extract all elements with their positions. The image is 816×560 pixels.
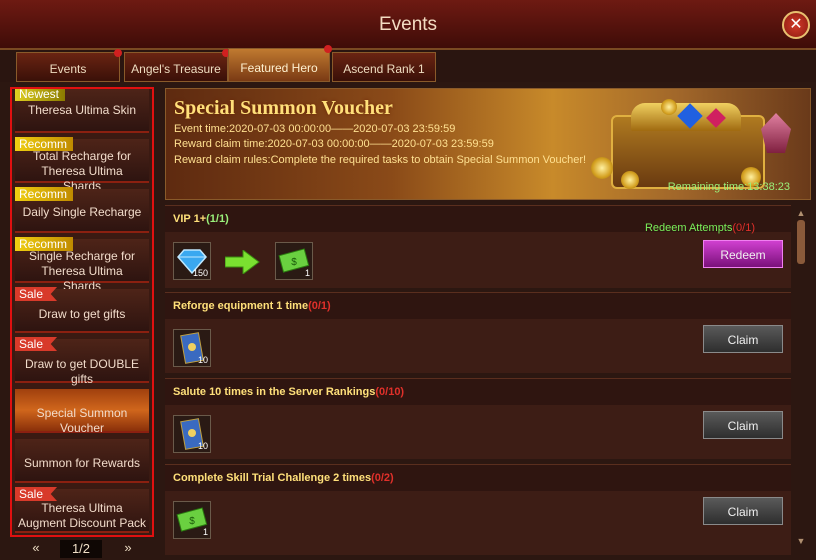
prev-page-button[interactable]: « <box>22 540 50 556</box>
item-quantity: 150 <box>192 268 208 278</box>
sidebar-item-label: Draw to get gifts <box>38 307 126 321</box>
sidebar-item-daily-single-recharge[interactable]: Recomm Daily Single Recharge <box>15 187 149 233</box>
tab-angels-treasure[interactable]: Angel's Treasure <box>124 49 230 82</box>
sidebar-item-theresa-ultima-skin[interactable]: Newest Theresa Ultima Skin <box>15 89 149 133</box>
sidebar-pager: « 1/2 » <box>14 538 150 560</box>
task-scrollbar[interactable]: ▲ ▼ <box>796 208 806 548</box>
page-indicator: 1/2 <box>60 540 102 558</box>
task-title: Complete Skill Trial Challenge 2 times(0… <box>173 472 394 484</box>
badge-recomm: Recomm <box>15 187 74 201</box>
tab-label: Events <box>49 62 87 76</box>
arrow-right-icon <box>225 250 260 274</box>
sidebar-item-total-recharge[interactable]: Recomm Total Recharge for Theresa Ultima… <box>15 137 149 193</box>
sidebar-item-summon-rewards[interactable]: Summon for Rewards <box>15 439 149 483</box>
tab-label: Angel's Treasure <box>131 62 221 76</box>
claim-button[interactable]: Claim <box>703 411 783 439</box>
voucher-item[interactable]: $ 1 <box>275 242 313 280</box>
event-banner: Special Summon Voucher Event time:2020-0… <box>165 88 811 200</box>
tab-ascend-rank[interactable]: Ascend Rank 1 <box>332 52 436 82</box>
claim-time: Reward claim time:2020-07-03 00:00:00——2… <box>174 138 494 150</box>
notification-dot <box>114 49 122 57</box>
chevron-up-icon[interactable]: ▲ <box>796 208 806 218</box>
redeem-button[interactable]: Redeem <box>703 240 783 268</box>
sidebar-item-label: Daily Single Recharge <box>22 205 142 219</box>
task-title: VIP 1+(1/1) <box>173 213 229 225</box>
task-row: Complete Skill Trial Challenge 2 times(0… <box>165 464 791 555</box>
redeem-attempts: Redeem Attempts(0/1) <box>644 222 755 234</box>
sidebar-item-label: Summon for Rewards <box>23 456 141 470</box>
svg-text:$: $ <box>189 516 195 527</box>
claim-button[interactable]: Claim <box>703 325 783 353</box>
scroll-item[interactable]: 10 <box>173 415 211 453</box>
task-list: VIP 1+(1/1) Redeem Attempts(0/1) 150 $ 1… <box>165 205 791 555</box>
next-page-button[interactable]: » <box>114 540 142 556</box>
voucher-item[interactable]: $ 1 <box>173 501 211 539</box>
task-title: Reforge equipment 1 time(0/1) <box>173 300 331 312</box>
diamond-item[interactable]: 150 <box>173 242 211 280</box>
close-icon: ✕ <box>789 16 803 33</box>
banner-title: Special Summon Voucher <box>174 97 393 119</box>
sidebar-item-single-recharge[interactable]: Recomm Single Recharge for Theresa Ultim… <box>15 237 149 293</box>
badge-sale: Sale <box>15 287 58 301</box>
badge-sale: Sale <box>15 487 58 501</box>
item-quantity: 1 <box>304 268 310 278</box>
task-row: Salute 10 times in the Server Rankings(0… <box>165 378 791 459</box>
scroll-item[interactable]: 10 <box>173 329 211 367</box>
sidebar-item-special-summon-voucher[interactable]: Special Summon Voucher <box>15 389 149 435</box>
item-quantity: 1 <box>202 527 208 537</box>
tab-label: Featured Hero <box>240 61 318 75</box>
title-bar: Events ✕ <box>0 0 816 50</box>
task-header: Salute 10 times in the Server Rankings(0… <box>165 379 791 405</box>
close-button[interactable]: ✕ <box>782 11 810 39</box>
remaining-time: Remaining time:13:38:23 <box>667 181 790 193</box>
notification-dot <box>324 45 332 53</box>
treasure-chest-image <box>591 97 801 193</box>
task-row: VIP 1+(1/1) Redeem Attempts(0/1) 150 $ 1… <box>165 205 791 288</box>
sidebar-item-draw-gifts[interactable]: Sale Draw to get gifts <box>15 287 149 333</box>
events-window: Events ✕ Events Angel's Treasure Feature… <box>0 0 816 560</box>
task-row: Reforge equipment 1 time(0/1) 10 Claim <box>165 292 791 373</box>
tab-featured-hero[interactable]: Featured Hero <box>228 45 332 82</box>
sidebar-item-draw-double-gifts[interactable]: Sale Draw to get DOUBLE gifts <box>15 337 149 386</box>
task-progress: (0/1) <box>308 300 331 312</box>
task-progress: (1/1) <box>206 213 229 225</box>
task-progress: (0/2) <box>371 472 394 484</box>
event-sidebar: Newest Theresa Ultima Skin Recomm Total … <box>10 87 154 537</box>
task-title: Salute 10 times in the Server Rankings(0… <box>173 386 405 398</box>
badge-newest: Newest <box>15 89 66 101</box>
scrollbar-thumb[interactable] <box>797 220 805 264</box>
task-header: Reforge equipment 1 time(0/1) <box>165 293 791 319</box>
sidebar-item-augment-discount[interactable]: Sale Theresa Ultima Augment Discount Pac… <box>15 487 149 533</box>
chevron-down-icon[interactable]: ▼ <box>796 536 806 546</box>
claim-rules: Reward claim rules:Complete the required… <box>174 154 587 166</box>
item-quantity: 10 <box>197 441 208 451</box>
sidebar-item-label: Theresa Ultima Skin <box>27 103 137 117</box>
task-progress: (0/10) <box>375 386 405 398</box>
svg-text:$: $ <box>291 257 297 268</box>
window-title: Events <box>378 14 438 35</box>
event-time: Event time:2020-07-03 00:00:00——2020-07-… <box>174 123 456 135</box>
tab-events[interactable]: Events <box>16 49 122 82</box>
task-header: Complete Skill Trial Challenge 2 times(0… <box>165 465 791 491</box>
item-quantity: 10 <box>197 355 208 365</box>
sidebar-item-label: Theresa Ultima Augment Discount Pack <box>17 501 147 530</box>
tab-label: Ascend Rank 1 <box>343 62 425 76</box>
sidebar-item-label: Special Summon Voucher <box>36 406 128 435</box>
claim-button[interactable]: Claim <box>703 497 783 525</box>
sidebar-item-label: Draw to get DOUBLE gifts <box>24 357 140 386</box>
badge-sale: Sale <box>15 337 58 351</box>
